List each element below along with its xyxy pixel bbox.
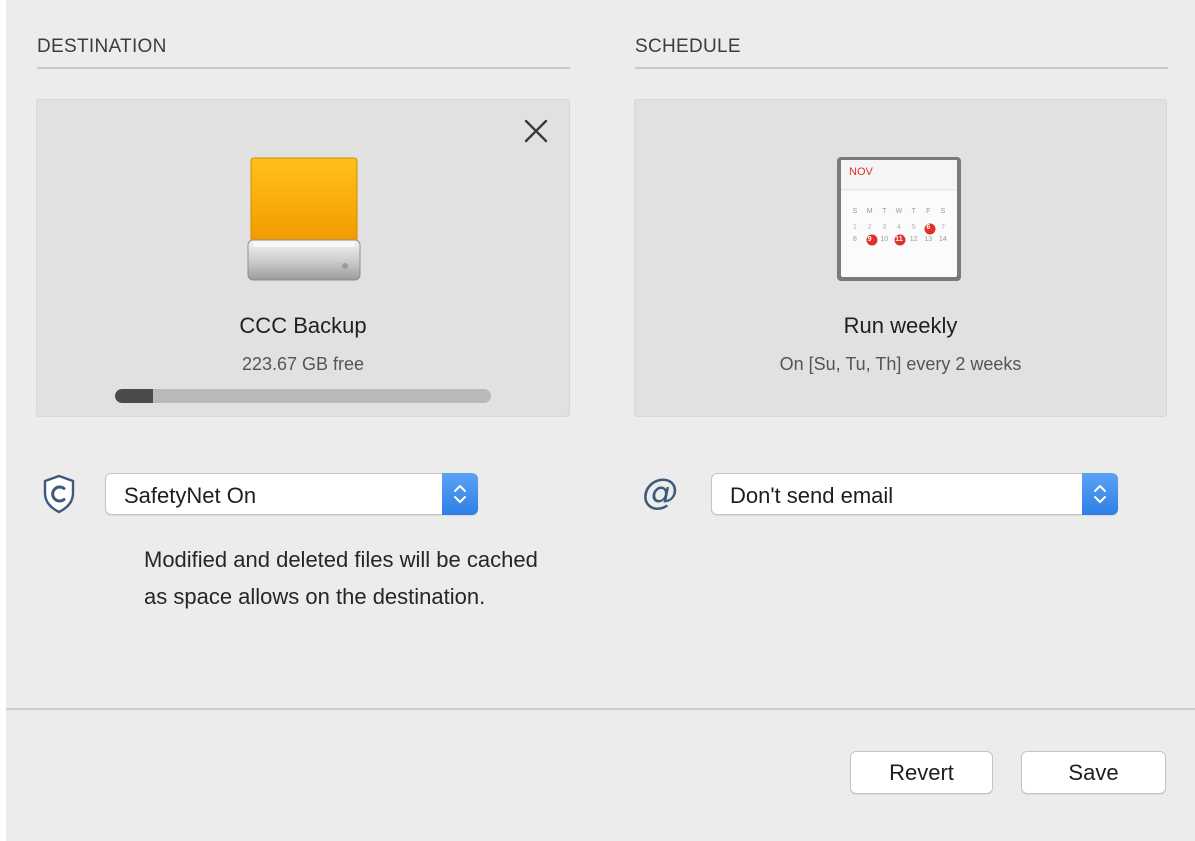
destination-card[interactable]: CCC Backup 223.67 GB free (36, 99, 570, 417)
select-stepper-icon (442, 473, 478, 515)
calendar-week-row: 8 9 10 11 12 13 14 (849, 236, 949, 243)
email-select[interactable]: Don't send email (711, 473, 1118, 515)
calendar-day: S (940, 208, 946, 215)
calendar-day: 7 (940, 224, 945, 231)
disk-usage-bar (115, 389, 491, 403)
revert-button[interactable]: Revert (850, 751, 993, 794)
calendar-day: T (911, 208, 916, 215)
calendar-day: F (926, 208, 931, 215)
calendar-day: 8 (853, 236, 857, 243)
drive-free-space: 223.67 GB free (241, 354, 365, 374)
select-stepper-icon (1082, 473, 1118, 515)
calendar-week-row: 1 2 3 4 5 6 7 (849, 224, 949, 231)
calendar-day: 3 (882, 224, 887, 231)
calendar-day: 12 (909, 236, 918, 243)
calendar-day: 1 (853, 224, 857, 231)
at-sign-icon: @ (642, 472, 678, 513)
calendar-day: 14 (939, 236, 947, 243)
footer-divider (6, 708, 1195, 710)
calendar-day: 9 (867, 236, 872, 243)
calendar-day: 5 (911, 224, 916, 231)
schedule-title: Run weekly (843, 313, 958, 338)
calendar-day: W (895, 208, 903, 215)
drive-name: CCC Backup (239, 313, 367, 338)
calendar-weekday-row: SMTWTFS (849, 208, 949, 215)
schedule-subtitle: On [Su, Tu, Th] every 2 weeks (779, 354, 1022, 374)
safetynet-shield-icon (42, 474, 76, 519)
schedule-divider (635, 67, 1168, 69)
safetynet-select-value: SafetyNet On (124, 483, 257, 508)
save-button[interactable]: Save (1021, 751, 1166, 794)
calendar-day: 13 (924, 236, 933, 243)
calendar-month: NOV (849, 166, 873, 178)
schedule-card[interactable]: NOV SMTWTFS 1234567 8 9 10 11 12 13 14 Run wee… (634, 99, 1167, 417)
calendar-day: M (866, 208, 873, 215)
calendar-icon: NOV SMTWTFS 1234567 8 9 10 11 12 13 14 (835, 155, 963, 283)
schedule-section-title: SCHEDULE (635, 36, 741, 57)
calendar-day: 6 (926, 224, 931, 231)
external-drive-icon (245, 154, 363, 289)
destination-divider (37, 67, 570, 69)
calendar-day: 11 (895, 236, 903, 243)
calendar-day: 2 (867, 224, 872, 231)
calendar-day: 4 (897, 224, 901, 231)
calendar-day: S (852, 208, 858, 215)
destination-section-title: DESTINATION (37, 36, 167, 57)
safetynet-select[interactable]: SafetyNet On (105, 473, 478, 515)
safetynet-description: Modified and deleted files will be cache… (144, 547, 538, 609)
close-icon[interactable] (521, 116, 551, 146)
calendar-day: 10 (880, 236, 889, 243)
email-select-value: Don't send email (730, 483, 894, 508)
calendar-day: T (882, 208, 887, 215)
task-settings-panel: DESTINATION CCC Backup 223.67 GB free SC… (6, 0, 1195, 841)
disk-usage-fill (115, 389, 153, 403)
